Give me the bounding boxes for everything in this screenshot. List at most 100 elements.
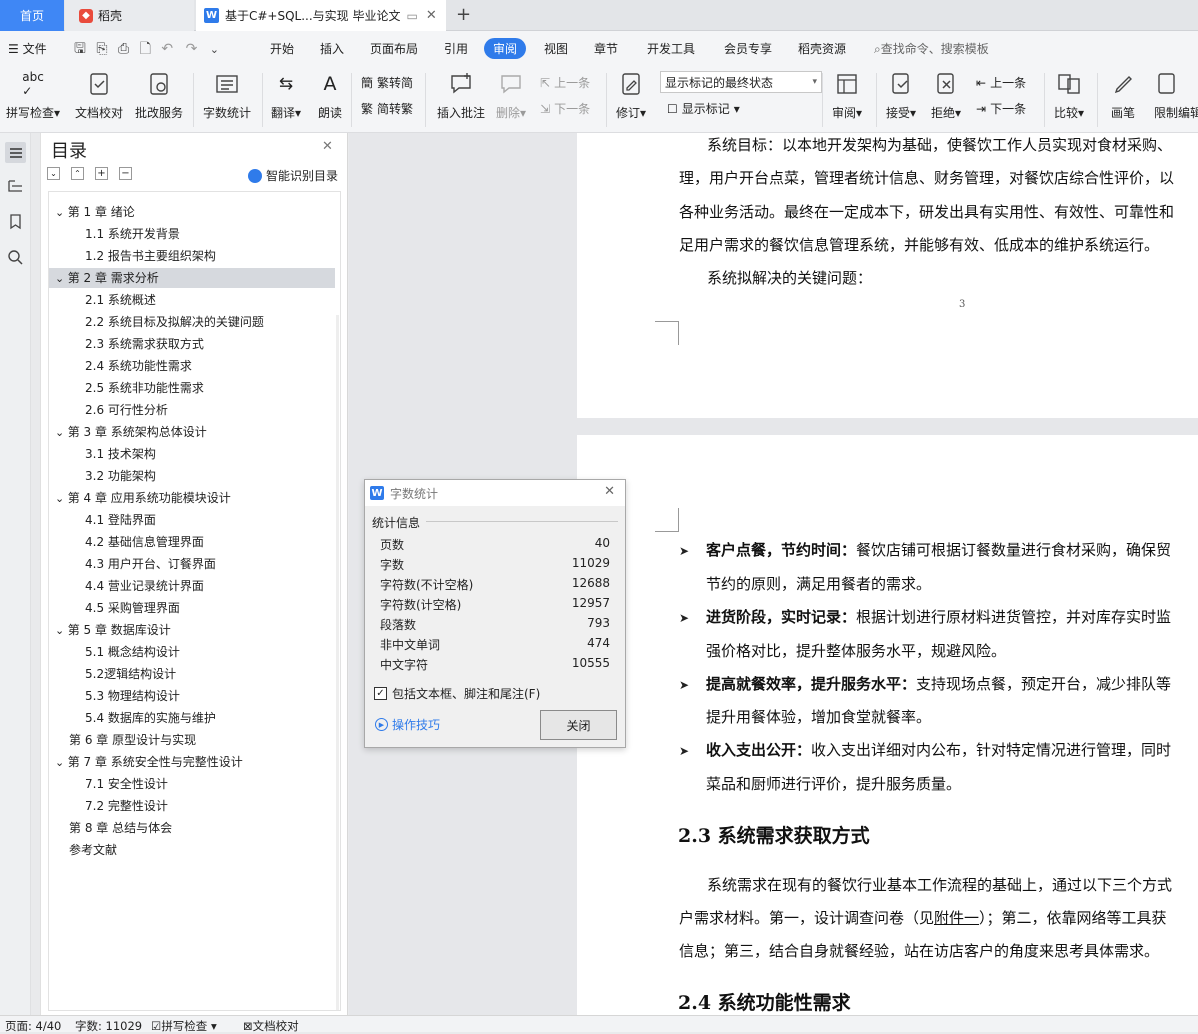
prev-change-button[interactable]: ⇤ 上一条	[976, 74, 1026, 91]
toc-item[interactable]: ⌄ 第 4 章 应用系统功能模块设计	[49, 488, 335, 508]
undo-icon[interactable]: ↶	[161, 41, 173, 57]
export-pdf-icon[interactable]: ⎘	[96, 41, 107, 57]
proofread-button[interactable]: 文档校对	[75, 70, 123, 121]
menu-references[interactable]: 引用	[444, 40, 468, 57]
menu-insert[interactable]: 插入	[320, 40, 344, 57]
save-icon[interactable]: 🖫	[74, 41, 86, 57]
smart-toc-button[interactable]: 智能识别目录	[248, 167, 338, 184]
print-preview-icon[interactable]: 🗋	[140, 41, 151, 57]
toc-item[interactable]: 5.3 物理结构设计	[49, 686, 335, 706]
toc-item[interactable]: 2.5 系统非功能性需求	[49, 378, 335, 398]
toc-item[interactable]: 5.4 数据库的实施与维护	[49, 708, 335, 728]
file-menu[interactable]: ☰ 文件	[8, 40, 47, 57]
toc-item[interactable]: 2.6 可行性分析	[49, 400, 335, 420]
toc-item[interactable]: 4.3 用户开台、订餐界面	[49, 554, 335, 574]
toc-item[interactable]: 3.1 技术架构	[49, 444, 335, 464]
menu-page-layout[interactable]: 页面布局	[370, 40, 418, 57]
review-pane-button[interactable]: 审阅▾	[832, 70, 862, 121]
read-aloud-button[interactable]: A 朗读	[317, 70, 343, 121]
chevron-down-icon[interactable]: ⌄	[55, 492, 68, 505]
toc-item[interactable]: 4.4 营业记录统计界面	[49, 576, 335, 596]
toc-item[interactable]: 2.1 系统概述	[49, 290, 335, 310]
tips-link[interactable]: ▶ 操作技巧	[375, 716, 440, 733]
accept-button[interactable]: 接受▾	[886, 70, 916, 121]
next-comment-button[interactable]: ⇲ 下一条	[540, 100, 590, 117]
remove-level-icon[interactable]: −	[119, 167, 132, 180]
customize-icon[interactable]: ⌄	[210, 43, 219, 56]
menu-review[interactable]: 审阅	[484, 38, 527, 59]
print-icon[interactable]: ⎙	[118, 41, 129, 57]
new-tab-icon[interactable]: +	[456, 4, 471, 25]
prev-comment-button[interactable]: ⇱ 上一条	[540, 74, 590, 91]
tab-daoke[interactable]: ◆ 稻壳	[65, 0, 194, 31]
reject-button[interactable]: 拒绝▾	[931, 70, 961, 121]
toc-item[interactable]: 2.4 系统功能性需求	[49, 356, 335, 376]
toc-panel-icon[interactable]	[5, 142, 26, 163]
expand-all-icon[interactable]: ⌄	[47, 167, 60, 180]
display-markup-select[interactable]: 显示标记的最终状态 ▾	[660, 71, 822, 93]
tab-close-icon[interactable]: ✕	[426, 8, 437, 23]
trad-to-simp-button[interactable]: 簡繁转简	[361, 74, 413, 91]
chevron-down-icon[interactable]: ⌄	[55, 426, 68, 439]
tab-document[interactable]: W 基于C#+SQL...与实现 毕业论文 ▭ ✕	[196, 0, 446, 31]
toc-item[interactable]: 4.1 登陆界面	[49, 510, 335, 530]
tab-home[interactable]: 首页	[0, 0, 64, 31]
translate-button[interactable]: ⇆ 翻译▾	[271, 70, 301, 121]
toc-item[interactable]: 5.2逻辑结构设计	[49, 664, 335, 684]
menu-sections[interactable]: 章节	[594, 40, 618, 57]
collapse-all-icon[interactable]: ⌃	[71, 167, 84, 180]
menu-view[interactable]: 视图	[544, 40, 568, 57]
toc-item[interactable]: 7.2 完整性设计	[49, 796, 335, 816]
toc-item[interactable]: 1.2 报告书主要组织架构	[49, 246, 335, 266]
toc-item[interactable]: 3.2 功能架构	[49, 466, 335, 486]
chevron-down-icon[interactable]: ⌄	[55, 756, 68, 769]
include-textbox-checkbox[interactable]: ✓ 包括文本框、脚注和尾注(F)	[374, 685, 540, 702]
bookmark-icon[interactable]	[7, 213, 24, 230]
toc-item[interactable]: ⌄ 第 2 章 需求分析	[49, 268, 335, 288]
compare-button[interactable]: 比较▾	[1054, 70, 1084, 121]
chevron-down-icon[interactable]: ⌄	[55, 624, 68, 637]
toc-item[interactable]: 5.1 概念结构设计	[49, 642, 335, 662]
simp-to-trad-button[interactable]: 繁简转繁	[361, 100, 413, 117]
toc-item[interactable]: 第 8 章 总结与体会	[49, 818, 335, 838]
toc-item[interactable]: 第 6 章 原型设计与实现	[49, 730, 335, 750]
revise-service-button[interactable]: 批改服务	[135, 70, 183, 121]
navigation-pane-icon[interactable]	[7, 178, 24, 195]
toc-item[interactable]: ⌄ 第 1 章 绪论	[49, 202, 335, 222]
toc-item[interactable]: 2.2 系统目标及拟解决的关键问题	[49, 312, 335, 332]
toc-item[interactable]: 7.1 安全性设计	[49, 774, 335, 794]
find-icon[interactable]	[7, 249, 24, 266]
command-search[interactable]: ⌕查找命令、搜索模板	[874, 40, 989, 57]
toc-scrollbar[interactable]	[336, 315, 339, 1010]
toc-item[interactable]: 4.2 基础信息管理界面	[49, 532, 335, 552]
toc-item[interactable]: 1.1 系统开发背景	[49, 224, 335, 244]
word-count-button[interactable]: 字数统计	[203, 70, 251, 121]
toc-item[interactable]: 参考文献	[49, 840, 335, 860]
menu-daoke-resources[interactable]: 稻壳资源	[798, 40, 846, 57]
pen-button[interactable]: 画笔	[1110, 70, 1136, 121]
chevron-down-icon[interactable]: ⌄	[55, 272, 68, 285]
menu-member[interactable]: 会员专享	[724, 40, 772, 57]
show-markup-button[interactable]: ☐ 显示标记 ▾	[667, 100, 740, 117]
close-icon[interactable]: ✕	[322, 139, 333, 154]
appendix-link[interactable]: 附件一	[934, 909, 979, 927]
toc-item[interactable]: 2.3 系统需求获取方式	[49, 334, 335, 354]
next-change-button[interactable]: ⇥ 下一条	[976, 100, 1026, 117]
close-icon[interactable]: ✕	[604, 484, 615, 499]
insert-comment-button[interactable]: 插入批注	[437, 70, 485, 121]
delete-comment-button[interactable]: 删除▾	[496, 70, 526, 121]
redo-icon[interactable]: ↷	[186, 41, 198, 57]
track-changes-button[interactable]: 修订▾	[616, 70, 646, 121]
chevron-down-icon[interactable]: ⌄	[55, 206, 68, 219]
add-level-icon[interactable]: +	[95, 167, 108, 180]
toc-item[interactable]: 4.5 采购管理界面	[49, 598, 335, 618]
menu-start[interactable]: 开始	[270, 40, 294, 57]
menu-developer[interactable]: 开发工具	[647, 40, 695, 57]
toc-item[interactable]: ⌄ 第 5 章 数据库设计	[49, 620, 335, 640]
toc-item[interactable]: ⌄ 第 7 章 系统安全性与完整性设计	[49, 752, 335, 772]
spell-check-button[interactable]: abc ✓ 拼写检查▾	[6, 70, 60, 121]
restrict-editing-button[interactable]: 限制编辑	[1154, 70, 1198, 121]
toc-item[interactable]: ⌄ 第 3 章 系统架构总体设计	[49, 422, 335, 442]
close-button[interactable]: 关闭	[540, 710, 617, 740]
tab-monitor-icon[interactable]: ▭	[407, 9, 418, 23]
